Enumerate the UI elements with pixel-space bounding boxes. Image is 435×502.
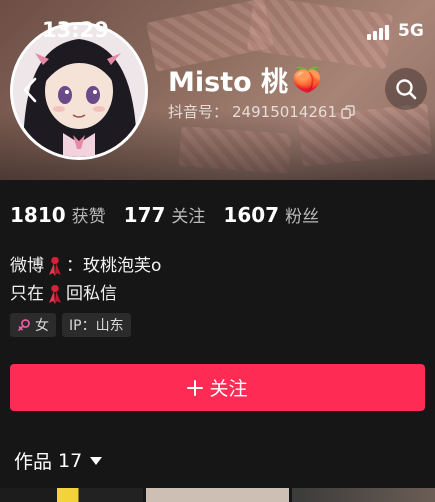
- peach-emoji: 🍑: [292, 65, 322, 94]
- username: Misto 桃 🍑: [168, 60, 322, 99]
- stat-followers-count: 1607: [223, 203, 280, 227]
- works-tab-count: 17: [58, 449, 83, 472]
- network-type: 5G: [398, 21, 424, 41]
- bio-line-dm: 只在 回私信: [10, 280, 161, 308]
- stat-following[interactable]: 177 关注: [124, 202, 206, 227]
- ip-tag: IP：山东: [62, 313, 131, 337]
- stat-following-count: 177: [123, 203, 166, 227]
- follow-button-label: 关注: [209, 378, 248, 400]
- stat-followers-label: 粉丝: [285, 207, 320, 227]
- stat-followers[interactable]: 1607 粉丝: [223, 202, 319, 227]
- ip-tag-label: IP：山东: [69, 318, 124, 334]
- profile-stats: 1810 获赞 177 关注 1607 粉丝: [10, 202, 319, 227]
- plus-icon: [187, 379, 204, 396]
- gender-tag: 女: [10, 313, 56, 337]
- bio-line1-prefix: 微博: [10, 256, 44, 276]
- copy-icon[interactable]: [341, 104, 355, 119]
- ribbon-icon: [49, 285, 61, 304]
- stat-likes[interactable]: 1810 获赞: [10, 202, 106, 227]
- works-tab-label: 作品: [14, 451, 53, 473]
- tab-works[interactable]: 作品 17: [14, 447, 103, 474]
- douyin-id-label: 抖音号：: [168, 103, 229, 121]
- caret-down-icon: [90, 456, 103, 465]
- bio-line2-prefix: 只在: [10, 284, 44, 304]
- ribbon-icon: [49, 257, 61, 276]
- work-thumbnail[interactable]: [146, 488, 289, 502]
- search-icon: [396, 79, 417, 100]
- douyin-id-value: 24915014261: [232, 102, 337, 121]
- search-button[interactable]: [385, 68, 427, 110]
- signal-icon: [367, 24, 393, 40]
- username-text: Misto 桃: [168, 67, 289, 98]
- follow-button[interactable]: 关注: [10, 364, 425, 411]
- work-thumbnail[interactable]: [292, 488, 435, 502]
- work-thumbnail[interactable]: [0, 488, 143, 502]
- profile-tags: 女 IP：山东: [10, 313, 131, 337]
- status-time: 13:29: [42, 18, 109, 42]
- profile-bio: 微博 ：玫桃泡芙o 只在 回私信: [10, 252, 161, 308]
- works-grid: [0, 488, 435, 502]
- status-bar: 13:29 5G: [0, 0, 435, 42]
- douyin-id: 抖音号： 24915014261: [168, 101, 355, 122]
- stat-likes-label: 获赞: [71, 207, 106, 227]
- female-icon: [18, 319, 30, 331]
- back-button[interactable]: [12, 72, 48, 108]
- bio-line-weibo: 微博 ：玫桃泡芙o: [10, 252, 161, 280]
- stat-following-label: 关注: [171, 207, 206, 227]
- bio-line1-suffix: ：玫桃泡芙o: [66, 256, 162, 276]
- gender-tag-label: 女: [35, 318, 49, 334]
- bio-line2-suffix: 回私信: [66, 284, 117, 304]
- chevron-left-icon: [23, 77, 37, 103]
- stat-likes-count: 1810: [10, 203, 66, 227]
